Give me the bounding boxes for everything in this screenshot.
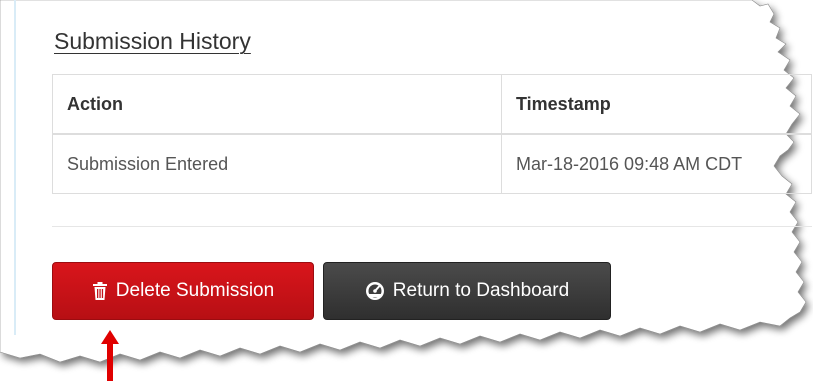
submission-panel: Submission History Action Timestamp Subm… — [0, 0, 813, 381]
screenshot-stage: Submission History Action Timestamp Subm… — [0, 0, 813, 381]
column-header-timestamp: Timestamp — [501, 74, 812, 135]
cell-action: Submission Entered — [52, 133, 502, 194]
delete-submission-label: Delete Submission — [115, 280, 275, 301]
return-to-dashboard-button[interactable]: Return to Dashboard — [323, 262, 611, 320]
trash-icon — [92, 282, 108, 300]
section-divider — [52, 226, 812, 227]
panel-left-border — [14, 0, 16, 335]
column-header-action: Action — [52, 74, 502, 135]
dashboard-gauge-icon — [365, 281, 385, 301]
delete-submission-button[interactable]: Delete Submission — [52, 262, 314, 320]
annotation-arrow-up-icon — [101, 330, 119, 381]
cell-timestamp: Mar-18-2016 09:48 AM CDT — [501, 133, 812, 194]
table-row: Submission Entered Mar-18-2016 09:48 AM … — [52, 133, 812, 194]
submission-history-table: Action Timestamp Submission Entered Mar-… — [52, 74, 812, 194]
table-header-row: Action Timestamp — [52, 74, 812, 135]
return-to-dashboard-label: Return to Dashboard — [392, 280, 570, 301]
submission-history-title: Submission History — [54, 28, 251, 54]
